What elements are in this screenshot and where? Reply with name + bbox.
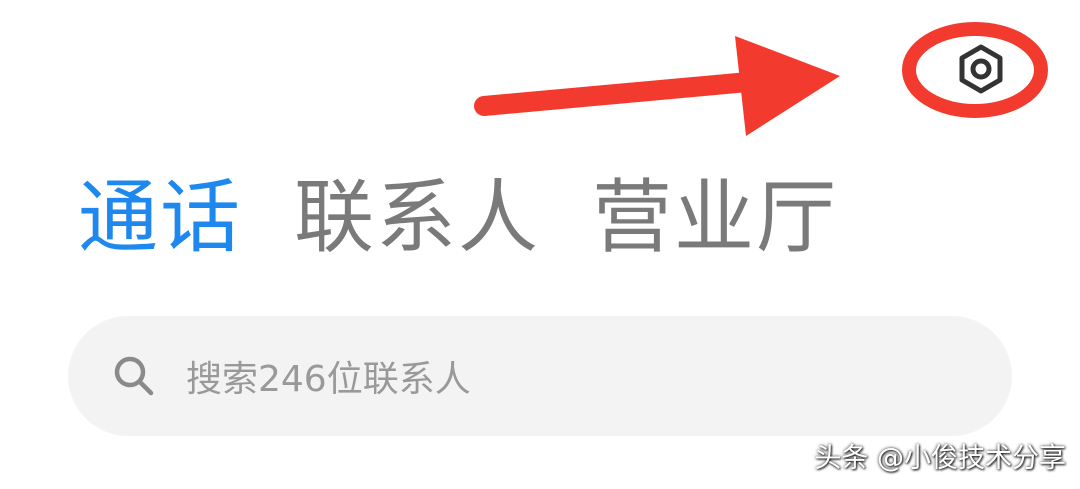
settings-button[interactable]: [950, 38, 1012, 100]
watermark: 头条 @小俊技术分享: [814, 443, 1066, 474]
annotation-arrow: [474, 36, 840, 136]
tab-contacts[interactable]: 联系人: [294, 168, 540, 268]
tab-bar: 通话 联系人 营业厅: [78, 168, 890, 268]
search-placeholder: 搜索246位联系人: [186, 359, 471, 400]
settings-hex-nut-icon: [959, 44, 1003, 94]
search-icon: [112, 354, 156, 398]
tab-service-hall[interactable]: 营业厅: [592, 168, 838, 268]
search-input[interactable]: 搜索246位联系人: [68, 316, 1012, 436]
tab-calls[interactable]: 通话: [78, 168, 242, 268]
